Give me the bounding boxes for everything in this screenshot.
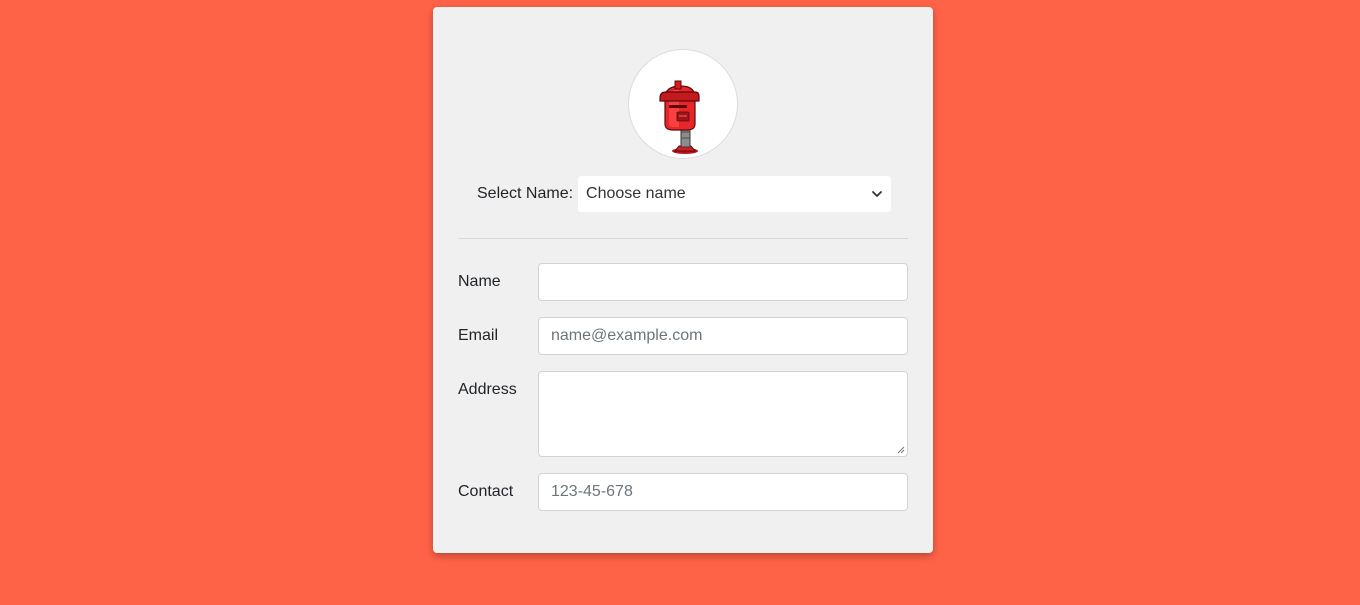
divider: [458, 238, 908, 239]
name-label: Name: [458, 273, 501, 290]
select-name-value: Choose name: [586, 185, 686, 202]
email-placeholder: name@example.com: [551, 327, 703, 344]
address-label: Address: [458, 381, 517, 398]
contact-input[interactable]: 123-45-678: [538, 473, 908, 511]
name-input[interactable]: [538, 263, 908, 301]
resize-grip-icon[interactable]: [897, 446, 905, 454]
chevron-down-icon: [872, 191, 882, 197]
email-label: Email: [458, 327, 499, 344]
mailbox-icon: [659, 80, 700, 154]
contact-placeholder: 123-45-678: [551, 483, 633, 500]
address-textarea[interactable]: [538, 371, 908, 457]
profile-card: Select Name: Choose name Name Email name…: [433, 7, 933, 553]
avatar: [628, 49, 738, 159]
contact-label: Contact: [458, 483, 514, 500]
email-input[interactable]: name@example.com: [538, 317, 908, 355]
select-name-row: Select Name: Choose name: [477, 176, 892, 212]
select-name-dropdown[interactable]: Choose name: [578, 176, 892, 212]
select-name-label: Select Name:: [477, 185, 574, 202]
